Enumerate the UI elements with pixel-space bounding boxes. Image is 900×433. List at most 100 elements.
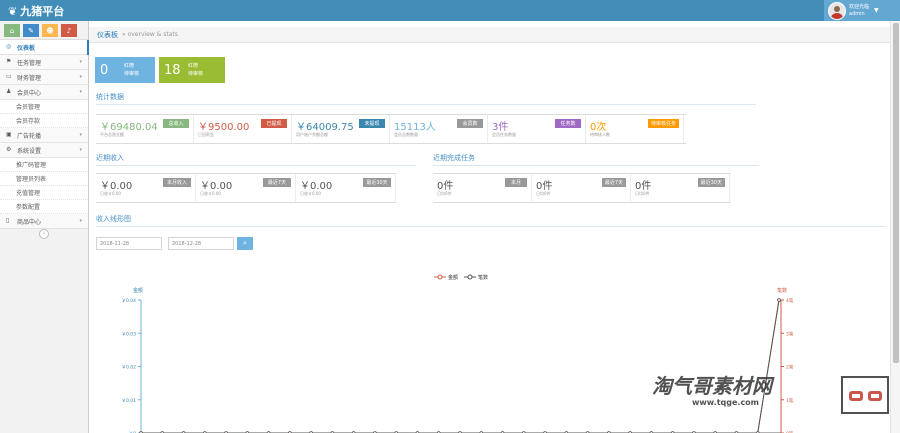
y-right-tick-label: 1笔 xyxy=(786,397,794,404)
stat-boxes: ￥69480.04 平台总营业额 总收入 ￥9500.00 已回款金 已提现 ￥64009.… xyxy=(96,114,686,144)
sidebar-item-label: 任务管理 xyxy=(17,59,42,67)
breadcrumb: 仪表板 » overview & stats xyxy=(89,27,900,43)
info-box-value: ￥0.00 xyxy=(100,181,133,192)
sidebar-item-label: 广告轮播 xyxy=(17,132,42,140)
legend-marker xyxy=(467,274,473,280)
sidebar-item-label: 会员中心 xyxy=(17,89,42,97)
stat-sublabel: 待审核 xyxy=(188,71,204,77)
y-left-tick-label: ￥0.02 xyxy=(121,365,136,371)
y-right-axis-title: 笔数 xyxy=(777,287,787,294)
sidebar-item[interactable]: ▣ 广告轮播 ▾ xyxy=(0,128,88,143)
users-shortcut-button[interactable]: ☻ xyxy=(42,24,58,37)
app-logo[interactable]: ❦ 九猪平台 xyxy=(8,3,64,19)
stat-tile[interactable]: 18 红榜待审核 xyxy=(159,57,225,83)
info-box-description: 日收￥0.00 xyxy=(200,191,221,196)
sidebar-subitem[interactable]: 会员管理 xyxy=(0,100,88,114)
info-box-value: ￥0.00 xyxy=(300,181,333,192)
sidebar-subitem[interactable]: 会员存款 xyxy=(0,114,88,128)
y-left-axis-title: 金额 xyxy=(133,287,143,294)
info-box-tag: 未提现 xyxy=(355,119,385,128)
section-tasks-title: 近期完成任务 xyxy=(433,153,759,166)
chevron-down-icon: ▾ xyxy=(79,147,82,153)
scrollbar-thumb[interactable] xyxy=(893,23,899,363)
info-box-tag: 最近30天 xyxy=(359,178,391,187)
pencil-shortcut-button[interactable]: ✎ xyxy=(23,24,39,37)
info-box-description: 日收￥0.00 xyxy=(300,191,321,196)
info-box-tag: 已提现 xyxy=(257,119,287,128)
info-box: ￥0.00 日收￥0.00 本月收入 xyxy=(96,174,196,202)
y-left-tick-label: ￥0.03 xyxy=(121,331,136,337)
info-box-tag: 最近7天 xyxy=(597,178,626,187)
y-left-tick-label: ￥0.01 xyxy=(121,398,136,404)
sidebar-subitem[interactable]: 充值管理 xyxy=(0,186,88,200)
legend-marker xyxy=(437,274,443,280)
info-box-description: 日均0件 xyxy=(437,191,452,196)
stat-tile[interactable]: 0 红榜 待审核 xyxy=(95,57,155,83)
watermark-logo xyxy=(841,376,889,414)
info-box-description: 平台总营业额 xyxy=(100,132,124,137)
info-box: ￥9500.00 已回款金 已提现 xyxy=(194,115,292,143)
stat-value: 18 xyxy=(164,62,181,78)
data-point[interactable] xyxy=(777,298,781,302)
sidebar-item[interactable]: ⚙ 系统设置 ▾ xyxy=(0,143,88,158)
dashboard-icon: ◎ xyxy=(6,43,12,50)
image-icon: ▣ xyxy=(6,131,12,138)
info-box-value: 0件 xyxy=(635,181,652,192)
series-line xyxy=(141,299,780,433)
info-box-description: 用户账户余额总额 xyxy=(296,132,328,137)
chevron-down-icon: ▾ xyxy=(79,74,82,80)
sidebar-collapse[interactable]: « xyxy=(0,229,88,239)
sidebar-subitem-label: 参数配置 xyxy=(16,204,41,211)
caret-down-icon: ▼ xyxy=(874,7,879,14)
watermark-text: 淘气哥素材网 xyxy=(652,374,772,398)
sidebar-item[interactable]: ▯ 商品中心 ▾ xyxy=(0,214,88,229)
page-subtitle: » overview & stats xyxy=(122,31,178,38)
home-shortcut-button[interactable]: ⌂ xyxy=(4,24,20,37)
info-box-value: ￥0.00 xyxy=(200,181,233,192)
info-box: 3件 会员任务数量 任务数 xyxy=(488,115,586,143)
stat-label: 红榜 xyxy=(188,63,199,69)
stat-sublabel: 待审核 xyxy=(124,71,140,77)
sidebar-item[interactable]: ⚑ 任务管理 ▾ xyxy=(0,55,88,70)
page-scrollbar[interactable] xyxy=(890,21,900,433)
user-icon: ♟ xyxy=(6,88,12,95)
sidebar-subitem[interactable]: 推广码管理 xyxy=(0,158,88,172)
bell-icon: ♪ xyxy=(66,26,72,35)
y-right-tick-label: 2笔 xyxy=(786,364,794,371)
avatar xyxy=(828,1,846,20)
home-icon: ⌂ xyxy=(9,26,15,35)
info-box: ￥69480.04 平台总营业额 总收入 xyxy=(96,115,194,143)
info-box-value: ￥69480.04 xyxy=(100,122,158,133)
pencil-icon: ✎ xyxy=(28,26,34,35)
cog-icon: ⚙ xyxy=(6,146,12,153)
legend-label: 金额 xyxy=(448,274,458,281)
sidebar-subitem[interactable]: 管理员列表 xyxy=(0,172,88,186)
info-box: ￥64009.75 用户账户余额总额 未提现 xyxy=(292,115,390,143)
info-box: ￥0.00 日收￥0.00 最近30天 xyxy=(296,174,396,202)
task-boxes: 0件 日均0件 本月 0件 日均0件 最近7天 0件 日均0件 最近30天 xyxy=(433,173,731,203)
info-box-tag: 本月收入 xyxy=(159,178,191,187)
sidebar-menu: ◎ 仪表板 ⚑ 任务管理 ▾ ▭ 财务管理 ▾ ♟ 会员中心 ▾ 会员管理 会员存款 ▣ 广告轮播 ▾ ⚙ 系统设… xyxy=(0,40,89,229)
info-box-description: 日均0件 xyxy=(635,191,650,196)
info-box-value: 0次 xyxy=(590,122,607,133)
legend-label: 笔数 xyxy=(478,274,488,281)
income-line-chart: 金额笔数金额笔数￥0￥0.01￥0.02￥0.03￥0.040笔1笔2笔3笔4笔… xyxy=(121,274,794,433)
wallet-icon: ▭ xyxy=(6,73,12,80)
sidebar-item[interactable]: ▭ 财务管理 ▾ xyxy=(0,70,88,85)
info-box-tag: 待审核任务 xyxy=(643,119,679,128)
sidebar-item-label: 系统设置 xyxy=(17,147,42,155)
sidebar: ⌂ ✎ ☻ ♪ ◎ 仪表板 ⚑ 任务管理 ▾ ▭ 财务管理 ▾ ♟ 会员中心 ▾ 会员管理 会员存款 ▣ 广告轮播… xyxy=(0,21,89,433)
sidebar-item[interactable]: ◎ 仪表板 xyxy=(0,40,89,55)
stat-value: 0 xyxy=(100,62,109,78)
sidebar-subitem[interactable]: 参数配置 xyxy=(0,200,88,214)
section-income-title: 近期收入 xyxy=(96,153,416,166)
page-title: 仪表板 xyxy=(97,30,118,39)
info-box-description: 日收￥0.00 xyxy=(100,191,121,196)
chevron-down-icon: ▾ xyxy=(79,218,82,224)
sidebar-item[interactable]: ♟ 会员中心 ▾ xyxy=(0,85,88,100)
user-menu[interactable]: 欢迎光临 admin ▼ xyxy=(824,0,900,21)
section-chart-title: 收入线形图 xyxy=(96,214,886,227)
sidebar-item-label: 商品中心 xyxy=(17,218,42,226)
app-title: 九猪平台 xyxy=(20,5,65,18)
bell-shortcut-button[interactable]: ♪ xyxy=(61,24,77,37)
